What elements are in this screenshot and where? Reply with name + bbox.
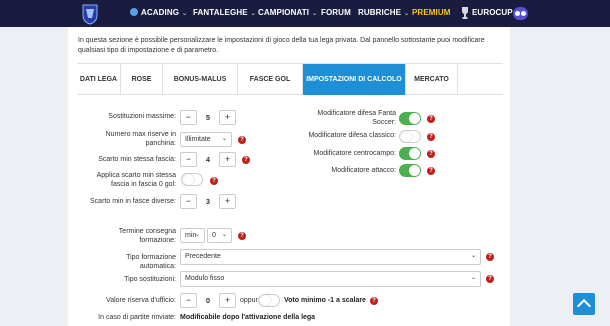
centrocampo-label: Modificatore centrocampo: <box>313 150 396 157</box>
chevron-down-icon: ⌄ <box>250 11 256 17</box>
chevron-down-icon: ⌄ <box>312 11 318 17</box>
tab-mercato[interactable]: MERCATO <box>406 64 458 95</box>
diverse-minus-button[interactable]: − <box>180 194 197 209</box>
tipo-formazione-label: Tipo formazione automatica: <box>126 254 176 270</box>
help-icon[interactable]: ? <box>238 232 246 240</box>
partite-rinviate-label: In caso di partite rinviate: <box>98 314 176 321</box>
tab-fasce-gol[interactable]: FASCE GOL <box>238 64 303 95</box>
scarto-minus-button[interactable]: − <box>180 152 197 167</box>
riserva-minus-button[interactable]: − <box>180 293 197 308</box>
chevron-down-icon: ⌄ <box>470 275 476 281</box>
profile-menu-icon[interactable] <box>513 7 528 20</box>
help-icon[interactable]: ? <box>427 115 435 123</box>
fantacalcio-logo-icon[interactable] <box>81 3 99 25</box>
help-icon[interactable]: ? <box>210 177 218 185</box>
chevron-down-icon: ⌄ <box>194 232 200 238</box>
help-icon[interactable]: ? <box>370 297 378 305</box>
tab-impostazioni-calcolo[interactable]: IMPOSTAZIONI DI CALCOLO <box>303 64 406 95</box>
scarto-value: 4 <box>205 155 211 164</box>
termine-consegna-label: Termine consegna formazione: <box>118 228 176 244</box>
help-icon[interactable]: ? <box>427 133 435 141</box>
eurocup-trophy-icon <box>462 7 468 19</box>
difesa-fanta-soccer-label: Modificatore difesa Fanta Soccer: <box>317 110 396 126</box>
max-riserve-select[interactable]: Illimitate ⌄ <box>180 132 232 147</box>
nav-forum[interactable]: FORUM <box>321 8 351 17</box>
difesa-classico-toggle[interactable] <box>399 130 421 143</box>
riserva-value: 0 <box>205 296 211 305</box>
chevron-down-icon: ⌄ <box>182 11 188 17</box>
scarto-stessa-fascia-label: Scarto min stessa fascia: <box>98 156 176 163</box>
nav-acading[interactable]: ACADING ⌄ <box>130 8 187 17</box>
diverse-value: 3 <box>205 197 211 206</box>
attacco-toggle[interactable] <box>399 164 421 177</box>
max-riserve-label: Numero max riserve in panchina: <box>105 131 176 147</box>
help-icon[interactable]: ? <box>238 136 246 144</box>
sostituzioni-plus-button[interactable]: + <box>219 110 236 125</box>
scroll-to-top-button[interactable] <box>573 293 595 315</box>
nav-premium[interactable]: PREMIUM <box>412 8 450 17</box>
termine-unit-select[interactable]: min ⌄ <box>180 228 205 243</box>
tab-rose[interactable]: ROSE <box>121 64 163 95</box>
intro-text: In questa sezione è possibile personaliz… <box>78 37 485 54</box>
voto-minimo-text: Voto minimo -1 a scalare <box>284 297 366 304</box>
sostituzioni-value: 5 <box>205 113 211 122</box>
tipo-sostituzioni-label: Tipo sostituzioni: <box>124 276 176 283</box>
tipo-formazione-select[interactable]: Precedente ⌄ <box>180 249 481 265</box>
help-icon[interactable]: ? <box>427 167 435 175</box>
diverse-plus-button[interactable]: + <box>219 194 236 209</box>
applica-scarto-label: Applica scarto min stessa fascia in fasc… <box>96 172 176 188</box>
nav-campionati[interactable]: CAMPIONATI ⌄ <box>258 8 317 17</box>
help-icon[interactable]: ? <box>242 156 250 164</box>
riserva-plus-button[interactable]: + <box>219 293 236 308</box>
termine-value-select[interactable]: 0 ⌄ <box>207 228 232 243</box>
partite-rinviate-value: Modificabile dopo l'attivazione della le… <box>180 314 316 321</box>
chevron-down-icon: ⌄ <box>470 253 476 259</box>
difesa-fanta-soccer-toggle[interactable] <box>399 112 421 125</box>
sostituzioni-minus-button[interactable]: − <box>180 110 197 125</box>
nav-fantaleghe[interactable]: FANTALEGHE ⌄ <box>193 8 256 17</box>
difesa-classico-label: Modificatore difesa classico: <box>308 132 396 139</box>
top-navigation-bar: ACADING ⌄ FANTALEGHE ⌄ CAMPIONATI ⌄ FORUM R… <box>0 0 610 27</box>
nav-rubriche[interactable]: RUBRICHE ⌄ <box>358 8 409 17</box>
tab-bonus-malus[interactable]: BONUS-MALUS <box>163 64 238 95</box>
centrocampo-toggle[interactable] <box>399 147 421 160</box>
tab-dati-lega[interactable]: DATI LEGA <box>77 64 121 95</box>
scarto-plus-button[interactable]: + <box>219 152 236 167</box>
chevron-down-icon: ⌄ <box>404 11 410 17</box>
nav-eurocup[interactable]: EUROCUP <box>472 8 513 17</box>
scarto-fasce-diverse-label: Scarto min in fasce diverse: <box>90 198 176 205</box>
chevron-down-icon: ⌄ <box>221 136 227 142</box>
settings-tabs: DATI LEGA ROSE BONUS-MALUS FASCE GOL IMP… <box>77 63 503 95</box>
attacco-label: Modificatore attacco: <box>331 167 396 174</box>
tipo-sostituzioni-select[interactable]: Modulo fisso ⌄ <box>180 271 481 287</box>
sostituzioni-massime-label: Sostituzioni massime: <box>108 113 176 120</box>
voto-minimo-toggle[interactable] <box>258 294 280 307</box>
chevron-down-icon: ⌄ <box>221 232 227 238</box>
applica-scarto-toggle[interactable] <box>181 173 203 186</box>
help-icon[interactable]: ? <box>427 150 435 158</box>
help-icon[interactable]: ? <box>486 253 494 261</box>
user-icon <box>130 8 138 16</box>
valore-riserva-label: Valore riserva d'ufficio: <box>106 297 176 304</box>
help-icon[interactable]: ? <box>486 275 494 283</box>
